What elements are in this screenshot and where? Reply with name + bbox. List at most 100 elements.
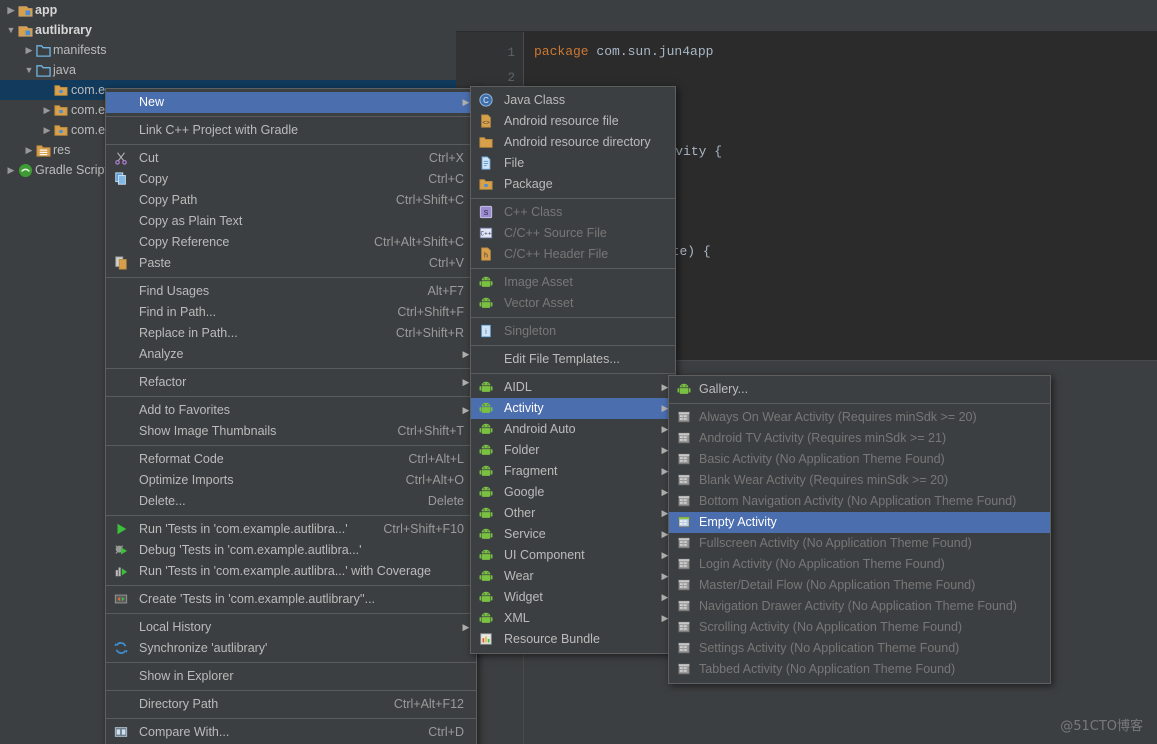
menu-item-local-history[interactable]: Local History ▶: [106, 617, 476, 638]
menu-item-show-in-explorer[interactable]: Show in Explorer: [106, 666, 476, 687]
menu-item-directory-path[interactable]: Directory Path Ctrl+Alt+F12: [106, 694, 476, 715]
menu-separator: [669, 403, 1050, 404]
project-context-menu[interactable]: New ▶ Link C++ Project with Gradle Cut Ctrl+…: [105, 88, 477, 744]
chevron-right-icon[interactable]: ▶: [40, 120, 54, 140]
menu-item-synchronize-autlibrary[interactable]: Synchronize 'autlibrary': [106, 638, 476, 659]
menu-item-fragment[interactable]: Fragment ▶: [471, 461, 675, 482]
menu-item-java-class[interactable]: C Java Class: [471, 90, 675, 111]
menu-item-android-resource-directory[interactable]: Android resource directory: [471, 132, 675, 153]
menu-item-resource-bundle[interactable]: Resource Bundle: [471, 629, 675, 650]
chevron-right-icon[interactable]: ▶: [4, 0, 18, 20]
menu-item-shortcut: Ctrl+D: [428, 725, 464, 739]
svg-text:C++: C++: [481, 231, 492, 238]
menu-item-label: Fullscreen Activity (No Application Them…: [699, 536, 972, 550]
menu-item-fullscreen-activity-no-application-theme-f: Fullscreen Activity (No Application Them…: [669, 533, 1050, 554]
menu-item-label: Edit File Templates...: [504, 352, 620, 366]
chevron-down-icon[interactable]: ▼: [22, 60, 36, 80]
menu-item-debug-tests-in-com-example-autlibra[interactable]: Debug 'Tests in 'com.example.autlibra...…: [106, 540, 476, 561]
run-icon: [114, 519, 132, 540]
menu-item-new[interactable]: New ▶: [106, 92, 476, 113]
menu-separator: [106, 515, 476, 516]
menu-item-basic-activity-no-application-theme-found: Basic Activity (No Application Theme Fou…: [669, 449, 1050, 470]
menu-item-other[interactable]: Other ▶: [471, 503, 675, 524]
menu-item-run-tests-in-com-example-autlibra-with-cov[interactable]: Run 'Tests in 'com.example.autlibra...' …: [106, 561, 476, 582]
menu-item-wear[interactable]: Wear ▶: [471, 566, 675, 587]
menu-item-label: Add to Favorites: [139, 403, 231, 417]
menu-item-replace-in-path[interactable]: Replace in Path... Ctrl+Shift+R: [106, 323, 476, 344]
menu-item-label: Local History: [139, 620, 212, 634]
menu-item-label: Android TV Activity (Requires minSdk >= …: [699, 431, 947, 445]
file-icon: [479, 153, 497, 174]
menu-item-ui-component[interactable]: UI Component ▶: [471, 545, 675, 566]
tree-item-manifests[interactable]: ▶ manifests: [0, 40, 456, 60]
new-submenu[interactable]: C Java Class <> Android resource file Androi…: [470, 86, 676, 654]
menu-item-analyze[interactable]: Analyze ▶: [106, 344, 476, 365]
menu-item-show-image-thumbnails[interactable]: Show Image Thumbnails Ctrl+Shift+T: [106, 421, 476, 442]
menu-item-label: Show in Explorer: [139, 669, 234, 683]
menu-item-paste[interactable]: Paste Ctrl+V: [106, 253, 476, 274]
activity-icon: [677, 596, 695, 617]
menu-item-copy-as-plain-text[interactable]: Copy as Plain Text: [106, 211, 476, 232]
menu-item-gallery[interactable]: Gallery...: [669, 379, 1050, 400]
menu-item-android-auto[interactable]: Android Auto ▶: [471, 419, 675, 440]
menu-item-refactor[interactable]: Refactor ▶: [106, 372, 476, 393]
menu-item-google[interactable]: Google ▶: [471, 482, 675, 503]
menu-item-image-asset: Image Asset: [471, 272, 675, 293]
menu-item-label: Copy as Plain Text: [139, 214, 243, 228]
menu-item-find-usages[interactable]: Find Usages Alt+F7: [106, 281, 476, 302]
menu-item-link-c-project-with-gradle[interactable]: Link C++ Project with Gradle: [106, 120, 476, 141]
menu-item-delete[interactable]: Delete... Delete: [106, 491, 476, 512]
chevron-right-icon[interactable]: ▶: [40, 100, 54, 120]
menu-item-package[interactable]: Package: [471, 174, 675, 195]
menu-item-edit-file-templates[interactable]: Edit File Templates...: [471, 349, 675, 370]
menu-item-run-tests-in-com-example-autlibra[interactable]: Run 'Tests in 'com.example.autlibra...' C…: [106, 519, 476, 540]
activity-submenu[interactable]: Gallery... Always On Wear Activity (Requi…: [668, 375, 1051, 684]
menu-item-aidl[interactable]: AIDL ▶: [471, 377, 675, 398]
menu-item-find-in-path[interactable]: Find in Path... Ctrl+Shift+F: [106, 302, 476, 323]
singleton-icon: i: [479, 321, 497, 342]
chevron-right-icon[interactable]: ▶: [4, 160, 18, 180]
menu-item-android-resource-file[interactable]: <> Android resource file: [471, 111, 675, 132]
menu-item-create-tests-in-com-example-autlibrary[interactable]: Create 'Tests in 'com.example.autlibrary…: [106, 589, 476, 610]
menu-item-copy-reference[interactable]: Copy Reference Ctrl+Alt+Shift+C: [106, 232, 476, 253]
menu-item-service[interactable]: Service ▶: [471, 524, 675, 545]
menu-item-xml[interactable]: XML ▶: [471, 608, 675, 629]
svg-text:<>: <>: [482, 120, 490, 127]
menu-item-label: Google: [504, 485, 545, 499]
menu-item-label: Fragment: [504, 464, 558, 478]
menu-item-add-to-favorites[interactable]: Add to Favorites ▶: [106, 400, 476, 421]
activity-icon: [677, 533, 695, 554]
editor-tab-strip[interactable]: [456, 0, 1157, 32]
menu-item-label: New: [139, 95, 165, 109]
menu-item-file[interactable]: File: [471, 153, 675, 174]
menu-item-copy-path[interactable]: Copy Path Ctrl+Shift+C: [106, 190, 476, 211]
package-icon: [479, 174, 497, 195]
menu-item-widget[interactable]: Widget ▶: [471, 587, 675, 608]
chevron-down-icon[interactable]: ▼: [4, 20, 18, 40]
menu-item-copy[interactable]: Copy Ctrl+C: [106, 169, 476, 190]
chevron-right-icon[interactable]: ▶: [22, 40, 36, 60]
tree-item-java[interactable]: ▼ java: [0, 60, 456, 80]
menu-item-empty-activity[interactable]: Empty Activity: [669, 512, 1050, 533]
cpp-source-icon: C++: [479, 223, 497, 244]
folder-orange-icon: [479, 132, 497, 153]
menu-separator: [106, 690, 476, 691]
menu-item-label: Activity: [504, 401, 544, 415]
menu-separator: [106, 585, 476, 586]
menu-item-label: Copy: [139, 172, 169, 186]
menu-item-label: Navigation Drawer Activity (No Applicati…: [699, 599, 1017, 613]
tree-item-app[interactable]: ▶ app: [0, 0, 456, 20]
menu-item-cut[interactable]: Cut Ctrl+X: [106, 148, 476, 169]
menu-item-singleton: i Singleton: [471, 321, 675, 342]
menu-item-activity[interactable]: Activity ▶: [471, 398, 675, 419]
chevron-right-icon[interactable]: ▶: [22, 140, 36, 160]
menu-separator: [106, 445, 476, 446]
menu-item-optimize-imports[interactable]: Optimize Imports Ctrl+Alt+O: [106, 470, 476, 491]
menu-separator: [106, 718, 476, 719]
menu-item-compare-with[interactable]: Compare With... Ctrl+D: [106, 722, 476, 743]
menu-item-folder[interactable]: Folder ▶: [471, 440, 675, 461]
tree-item-autlibrary[interactable]: ▼ autlibrary: [0, 20, 456, 40]
activity-icon: [677, 617, 695, 638]
menu-item-reformat-code[interactable]: Reformat Code Ctrl+Alt+L: [106, 449, 476, 470]
menu-item-label: Always On Wear Activity (Requires minSdk…: [699, 410, 977, 424]
